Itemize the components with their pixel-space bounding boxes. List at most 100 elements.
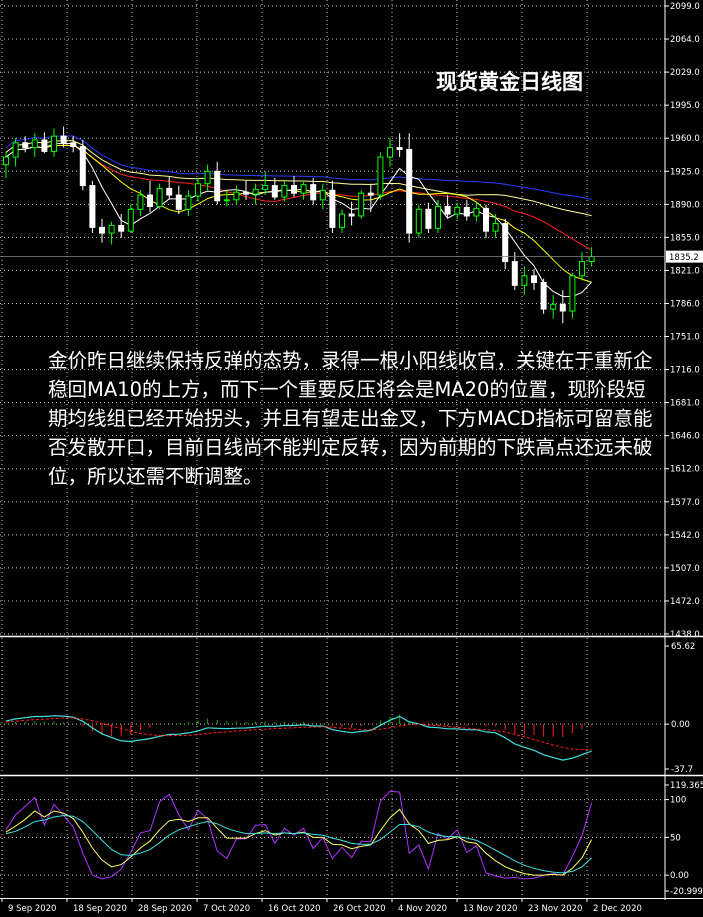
candle-body (531, 275, 537, 283)
candle-body (444, 205, 451, 215)
candle-body (329, 189, 336, 228)
candle-body (550, 303, 557, 310)
date-axis-label: 13 Nov 2020 (463, 904, 517, 914)
candle-body (463, 206, 470, 217)
price-axis-label: 1612.0 (670, 465, 700, 475)
candle-body (185, 195, 192, 210)
candle-body (415, 208, 422, 234)
candle-body (79, 146, 86, 187)
candle-body (377, 156, 384, 196)
candle-body (127, 208, 134, 232)
candle-body (70, 142, 77, 148)
stoch-axis-label: 50 (670, 833, 681, 843)
price-axis-label: 1472.0 (670, 597, 700, 607)
candle-body (166, 187, 173, 196)
candle-body (319, 189, 326, 201)
candle-body (473, 207, 480, 217)
date-axis-label: 23 Nov 2020 (528, 904, 582, 914)
candle-body (51, 135, 57, 152)
price-axis-label: 1925.0 (670, 167, 700, 177)
candle-body (214, 170, 221, 202)
date-axis-label: 16 Oct 2020 (268, 904, 321, 914)
date-axis-label: 26 Oct 2020 (333, 904, 386, 914)
price-axis-label: 2029.0 (670, 68, 700, 78)
stoch-axis-label: 0.00 (670, 871, 689, 881)
candle-body (156, 187, 163, 207)
candle-body (271, 185, 278, 198)
candle-body (243, 191, 249, 195)
price-axis-label: 2064.0 (670, 35, 700, 45)
candle-body (406, 148, 413, 234)
candle-body (99, 226, 105, 234)
candle-body (540, 281, 547, 310)
date-axis-label: 4 Nov 2020 (398, 904, 447, 914)
candle-body (12, 142, 19, 158)
date-axis-label: 2 Dec 2020 (593, 904, 642, 914)
price-axis-label: 1577.0 (670, 498, 700, 508)
macd-axis-label: 65.62 (671, 642, 695, 652)
candle-body (291, 185, 297, 194)
candle-body (223, 199, 230, 202)
stoch-axis-label: 119.3659 (670, 781, 703, 791)
candle-body (118, 224, 125, 232)
candle-body (195, 183, 201, 197)
date-axis-label: 9 Sep 2020 (8, 904, 56, 914)
candle-body (300, 184, 307, 194)
candle-body (367, 192, 374, 196)
candle-body (3, 156, 9, 166)
candle-body (89, 185, 96, 228)
candle-body (310, 184, 317, 201)
price-axis-label: 1855.0 (670, 233, 700, 243)
price-axis-label: 1960.0 (670, 134, 700, 144)
date-axis-label: 7 Oct 2020 (203, 904, 250, 914)
candle-body (387, 147, 393, 158)
chart-annotation-body: 金价昨日继续保持反弹的态势，录得一根小阳线收官，关键在于重新企稳回MA10的上方… (48, 349, 653, 488)
candle-body (483, 207, 489, 232)
stoch-axis-label: -20.9997 (670, 887, 703, 897)
price-axis-label: 1716.0 (670, 366, 700, 376)
candle-body (348, 213, 355, 217)
macd-axis-label: -37.7 (671, 765, 693, 775)
candle-body (22, 142, 29, 149)
candle-body (41, 139, 48, 152)
candle-body (137, 194, 144, 210)
candle-body (262, 185, 269, 190)
price-axis-label: 1995.0 (670, 101, 700, 111)
stoch-axis-label: 100 (670, 796, 686, 806)
date-axis-label: 28 Sep 2020 (138, 904, 192, 914)
price-axis-label: 1786.0 (670, 299, 700, 309)
price-axis-label: 1507.0 (670, 564, 700, 574)
candle-body (492, 223, 499, 232)
candle-body (588, 256, 595, 263)
candle-body (358, 192, 365, 217)
date-axis-label: 18 Sep 2020 (73, 904, 127, 914)
candle-body (339, 213, 345, 228)
candle-body (579, 261, 585, 277)
price-axis-label: 1821.0 (670, 266, 700, 276)
price-axis-label: 1890.0 (670, 200, 700, 210)
candle-body (521, 275, 528, 286)
candle-body (559, 303, 566, 312)
candle-body (502, 223, 509, 263)
candle-body (435, 205, 441, 229)
candle-body (233, 191, 240, 201)
price-axis-label: 1646.0 (670, 432, 700, 442)
candle-body (175, 194, 182, 210)
price-axis-label: 1751.0 (670, 333, 700, 343)
candle-body (108, 224, 115, 234)
price-axis-label: 1681.0 (670, 399, 700, 409)
last-price-label: 1835.2 (669, 253, 699, 263)
chart-annotation-title: 现货黄金日线图 (436, 70, 583, 94)
price-axis-label: 1438.0 (670, 630, 700, 640)
candle-body (425, 208, 432, 229)
candle-body (60, 135, 67, 144)
candle-body (252, 188, 259, 195)
candle-body (281, 185, 288, 198)
candle-body (569, 275, 576, 312)
candle-body (454, 206, 461, 215)
candle-body (204, 170, 211, 185)
macd-axis-label: 0.00 (671, 720, 690, 730)
candle-body (396, 147, 403, 150)
price-axis-label: 1542.0 (670, 531, 700, 541)
candle-body (147, 194, 153, 207)
